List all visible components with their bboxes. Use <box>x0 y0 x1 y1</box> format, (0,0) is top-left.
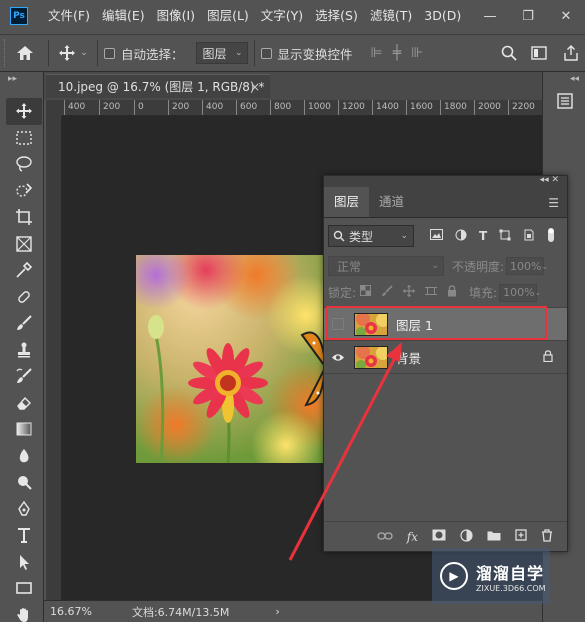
watermark-play-icon: ▶ <box>440 562 468 590</box>
annotation-arrow-layer <box>288 342 402 561</box>
annotation-arrow-line <box>288 351 400 561</box>
watermark: ▶ 溜溜自学 ZIXUE.3D66.COM <box>432 548 550 604</box>
watermark-subtitle: ZIXUE.3D66.COM <box>476 583 546 593</box>
watermark-title: 溜溜自学 <box>476 563 545 583</box>
annotation-arrow-head <box>386 342 402 362</box>
